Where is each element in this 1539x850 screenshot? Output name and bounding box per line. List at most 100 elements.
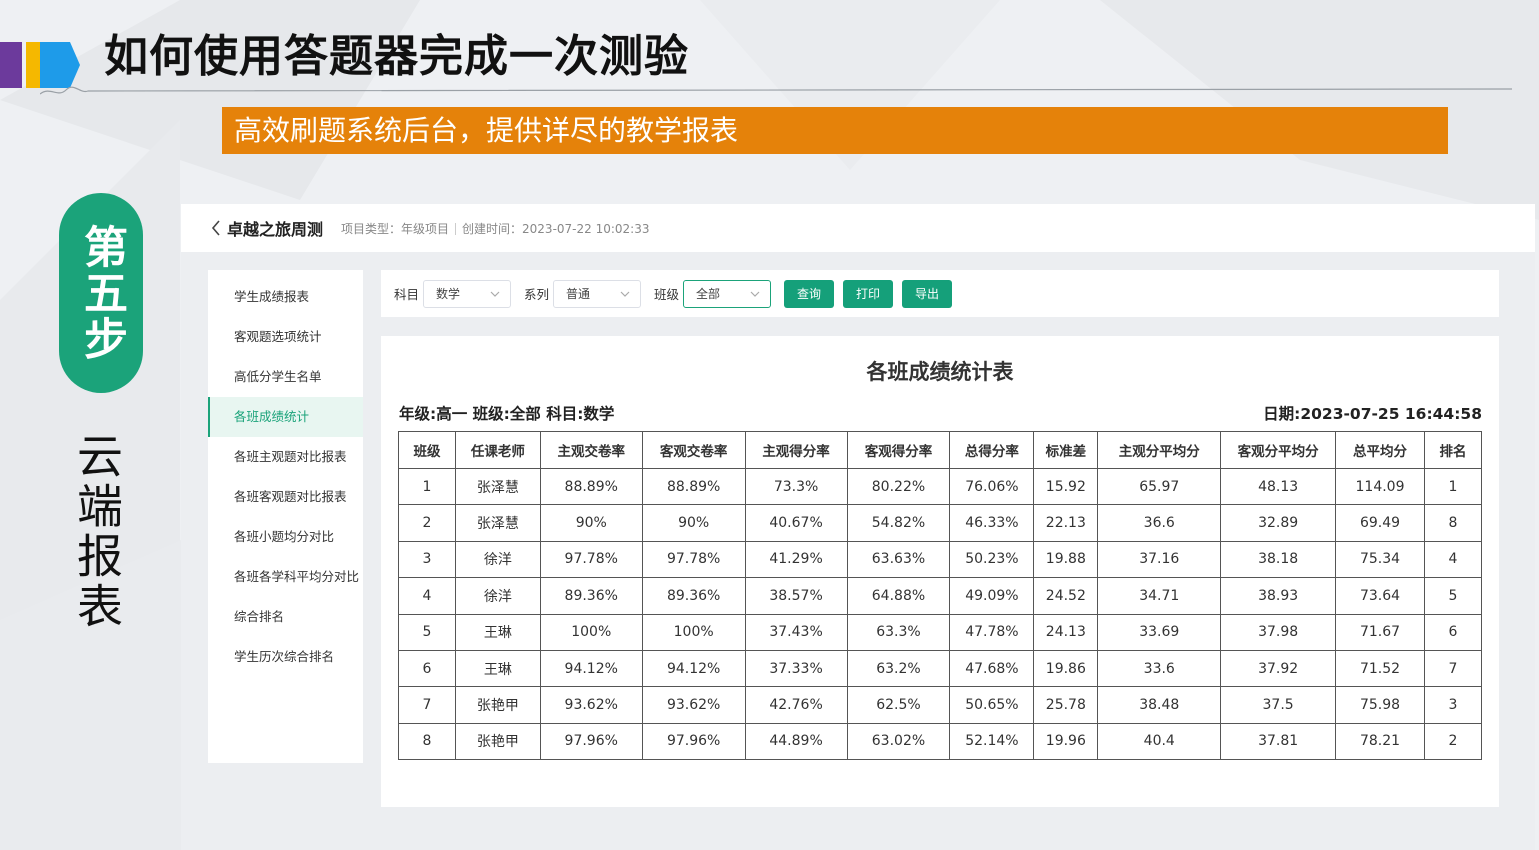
table-cell: 1 — [398, 467, 456, 506]
table-cell: 76.06% — [949, 467, 1035, 506]
column-header: 主观分平均分 — [1097, 431, 1222, 469]
filter-bar: 科目 数学 系列 普通 班级 全部 查询 打印 导出 — [381, 270, 1499, 317]
sidebar-item[interactable]: 各班小题均分对比 — [208, 517, 363, 557]
table-cell: 徐洋 — [454, 577, 541, 615]
table-cell: 63.2% — [846, 649, 951, 688]
table-cell: 63.3% — [846, 613, 951, 651]
table-cell: 49.09% — [949, 577, 1035, 615]
table-cell: 5 — [1423, 577, 1483, 615]
table-body: 1 张泽慧 88.89% 88.89% 73.3% 80.22% 76.06% 15.92 65… — [398, 467, 1483, 761]
table-cell: 徐洋 — [454, 540, 541, 579]
app-screenshot: 卓越之旅周测 项目类型：年级项目 创建时间：2023-07-22 10:02:33… — [181, 204, 1535, 850]
table-cell: 37.43% — [744, 613, 848, 651]
print-button[interactable]: 打印 — [843, 279, 894, 308]
table-cell: 7 — [1423, 649, 1483, 688]
class-label: 班级 — [654, 287, 680, 302]
table-cell: 38.57% — [744, 577, 848, 615]
table-cell: 93.62% — [539, 686, 643, 724]
column-header: 排名 — [1423, 431, 1483, 469]
table-row: 5 王琳 100% 100% 37.43% 63.3% 47.78% 24.13 33.69 37… — [398, 613, 1483, 651]
table-cell: 7 — [398, 686, 456, 724]
project-created-time: 创建时间：2023-07-22 10:02:33 — [462, 221, 650, 236]
sidebar-item[interactable]: 各班主观题对比报表 — [208, 437, 363, 477]
series-select[interactable]: 普通 — [553, 279, 642, 308]
app-header: 卓越之旅周测 项目类型：年级项目 创建时间：2023-07-22 10:02:33 — [181, 204, 1535, 252]
column-header: 主观得分率 — [744, 431, 848, 469]
table-header-row: 班级 任课老师 主观交卷率 客观交卷率 主观得分率 客观得分率 总得分率 标准差 主观分平均分客… — [398, 431, 1483, 469]
table-cell: 4 — [1423, 540, 1483, 579]
column-header: 客观分平均分 — [1220, 431, 1337, 469]
chevron-down-icon — [750, 289, 760, 299]
subject-label: 科目 — [394, 287, 420, 302]
table-cell: 25.78 — [1033, 686, 1099, 724]
table-cell: 15.92 — [1033, 467, 1099, 506]
export-button[interactable]: 导出 — [902, 279, 953, 308]
table-row: 4 徐洋 89.36% 89.36% 38.57% 64.88% 49.09% 24.52 34… — [398, 577, 1483, 615]
sidebar-item[interactable]: 各班成绩统计 — [208, 397, 363, 437]
chevron-left-icon[interactable] — [209, 218, 223, 238]
subject-select[interactable]: 数学 — [423, 279, 512, 308]
query-button[interactable]: 查询 — [784, 279, 835, 308]
table-cell: 75.34 — [1335, 540, 1425, 579]
report-sidebar: 学生成绩报表 客观题选项统计 高低分学生名单 各班成绩统计 各班主观题对比报表 各班客观题… — [208, 270, 363, 763]
series-label: 系列 — [524, 287, 550, 302]
column-header: 客观得分率 — [846, 431, 951, 469]
chevron-down-icon — [620, 289, 630, 299]
table-cell: 47.68% — [949, 649, 1035, 688]
table-cell: 37.98 — [1220, 613, 1337, 651]
table-cell: 73.64 — [1335, 577, 1425, 615]
project-type: 项目类型：年级项目 — [341, 221, 450, 236]
sidebar-item[interactable]: 高低分学生名单 — [208, 357, 363, 397]
step-badge: 第五步 — [59, 193, 143, 393]
table-cell: 46.33% — [949, 504, 1035, 542]
step-label: 第五步 — [76, 224, 127, 362]
table-cell: 37.5 — [1220, 686, 1337, 724]
project-name: 卓越之旅周测 — [227, 220, 324, 239]
sidebar-item[interactable]: 学生成绩报表 — [208, 277, 363, 317]
table-cell: 38.48 — [1097, 686, 1222, 724]
table-cell: 3 — [1423, 686, 1483, 724]
column-header: 班级 — [398, 431, 456, 469]
sidebar-item[interactable]: 综合排名 — [208, 597, 363, 637]
table-cell: 33.6 — [1097, 649, 1222, 688]
table-cell: 8 — [1423, 504, 1483, 542]
subject-select-value: 数学 — [436, 287, 461, 301]
table-cell: 王琳 — [454, 613, 541, 651]
table-cell: 张艳甲 — [454, 722, 541, 761]
table-row: 2 张泽慧 90% 90% 40.67% 54.82% 46.33% 22.13 36.6 32.… — [398, 504, 1483, 542]
table-cell: 63.02% — [846, 722, 951, 761]
table-row: 3 徐洋 97.78% 97.78% 41.29% 63.63% 50.23% 19.88 37… — [398, 540, 1483, 579]
table-row: 6 王琳 94.12% 94.12% 37.33% 63.2% 47.68% 19.86 33.… — [398, 649, 1483, 688]
report-panel: 各班成绩统计表 年级:高一 班级:全部 科目:数学 日期:2023-07-25 … — [381, 336, 1499, 807]
table-cell: 37.16 — [1097, 540, 1222, 579]
table-cell: 100% — [641, 613, 746, 651]
report-title: 各班成绩统计表 — [866, 360, 1014, 384]
column-header: 总平均分 — [1335, 431, 1425, 469]
table-cell: 张艳甲 — [454, 686, 541, 724]
sidebar-item[interactable]: 各班客观题对比报表 — [208, 477, 363, 517]
table-cell: 24.13 — [1033, 613, 1099, 651]
table-cell: 71.52 — [1335, 649, 1425, 688]
table-cell: 47.78% — [949, 613, 1035, 651]
table-cell: 2 — [398, 504, 456, 542]
table-cell: 42.76% — [744, 686, 848, 724]
table-cell: 50.23% — [949, 540, 1035, 579]
table-cell: 22.13 — [1033, 504, 1099, 542]
column-header: 主观交卷率 — [539, 431, 643, 469]
column-header: 标准差 — [1033, 431, 1099, 469]
report-info: 年级:高一 班级:全部 科目:数学 — [399, 405, 615, 423]
class-select[interactable]: 全部 — [683, 279, 772, 308]
sidebar-item[interactable]: 客观题选项统计 — [208, 317, 363, 357]
sidebar-item[interactable]: 学生历次综合排名 — [208, 637, 363, 677]
table-cell: 97.78% — [539, 540, 643, 579]
sidebar-item[interactable]: 各班各学科平均分对比 — [208, 557, 363, 597]
table-cell: 8 — [398, 722, 456, 761]
table-cell: 3 — [398, 540, 456, 579]
table-cell: 40.67% — [744, 504, 848, 542]
table-cell: 24.52 — [1033, 577, 1099, 615]
table-cell: 54.82% — [846, 504, 951, 542]
table-cell: 89.36% — [641, 577, 746, 615]
series-select-value: 普通 — [566, 287, 591, 301]
table-cell: 33.69 — [1097, 613, 1222, 651]
table-cell: 75.98 — [1335, 686, 1425, 724]
